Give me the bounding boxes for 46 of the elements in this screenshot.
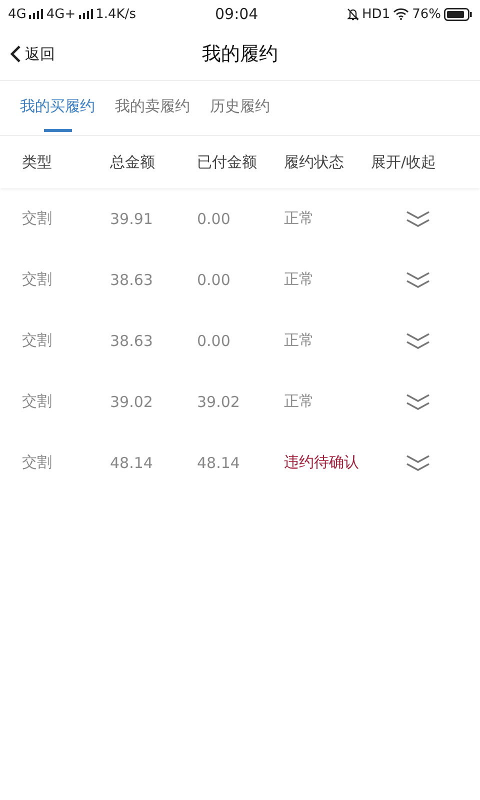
table-cell-text: 交割 [21,392,53,411]
back-button[interactable]: 返回 [0,44,55,64]
network-label: 4G [8,6,26,22]
table-cell-text: 0.00 [197,332,232,350]
network-speed: 1.4K/s [96,6,136,22]
column-header: 已付金额 [197,152,258,172]
table-cell-text: 38.63 [110,332,154,350]
table-cell-text: 正常 [284,270,315,289]
table-cell-text: 38.63 [110,270,154,288]
column-header: 类型 [21,152,53,172]
column-header: 总金额 [110,152,156,172]
tab[interactable]: 历史履约 [210,81,270,135]
table-cell-text: 0.00 [197,210,232,228]
chevron-left-icon [10,45,21,63]
table-cell-text: 48.14 [110,454,154,472]
table-cell-text: 39.91 [110,210,154,228]
tab[interactable]: 我的卖履约 [115,81,190,135]
table-cell-text: 交割 [21,209,53,228]
battery-level: 76% [412,6,441,22]
page-title: 我的履约 [202,42,278,67]
signal-icon [78,9,93,19]
table-cell-text: 交割 [21,331,53,350]
signal-icon [29,9,44,19]
table-cell-text: 48.14 [197,454,241,472]
muted-bell-icon [347,8,360,20]
table-cell-text: 违约待确认 [284,453,360,472]
table-cell-text: 39.02 [110,392,154,410]
column-header: 展开/收起 [371,152,438,172]
table-cell-text: 交割 [21,453,53,472]
battery-icon [444,8,472,20]
double-chevron-down-icon[interactable] [406,392,430,410]
network-label: 4G+ [46,6,76,22]
table-cell-text: 交割 [21,270,53,289]
double-chevron-down-icon[interactable] [406,332,430,350]
table-cell-text: 0.00 [197,270,232,288]
table-cell-text: 39.02 [197,392,241,410]
double-chevron-down-icon[interactable] [406,454,430,472]
table-cell-text: 正常 [284,392,315,411]
double-chevron-down-icon[interactable] [406,210,430,228]
table-cell-text: 正常 [284,331,315,350]
clock: 09:04 [215,5,258,23]
double-chevron-down-icon[interactable] [406,270,430,288]
hd-label: HD1 [362,6,390,22]
column-header: 履约状态 [284,152,345,172]
table-cell-text: 正常 [284,209,315,228]
wifi-icon [393,8,410,20]
